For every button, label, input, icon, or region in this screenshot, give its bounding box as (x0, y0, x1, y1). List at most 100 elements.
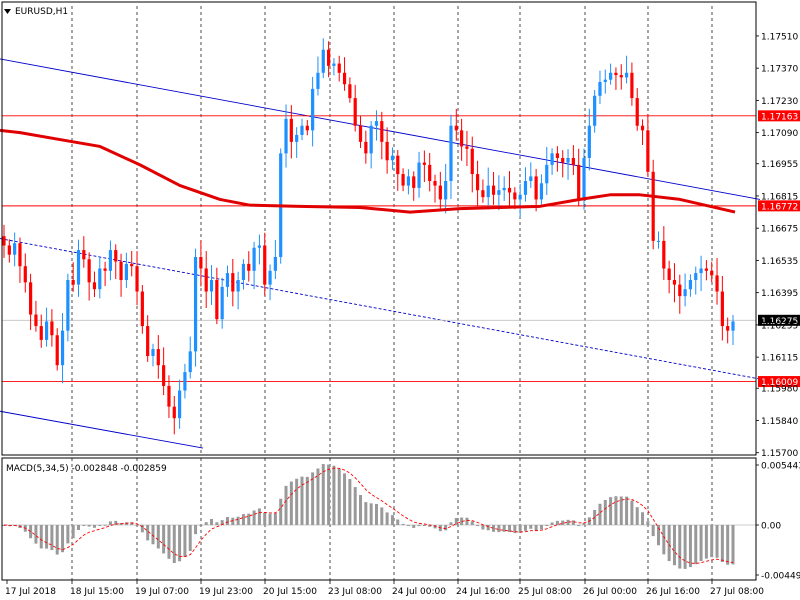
macd-bar (215, 522, 219, 525)
candle-body (502, 187, 506, 191)
macd-bar (523, 525, 527, 531)
candle-body (183, 372, 187, 391)
macd-bar (720, 525, 724, 563)
candle-body (326, 49, 331, 66)
macd-bar (321, 464, 325, 525)
candle-body (694, 273, 698, 281)
macd-bar (183, 525, 187, 558)
candle-body (513, 192, 517, 200)
candle-body (731, 321, 735, 331)
candle-body (667, 268, 671, 281)
macd-bar (710, 525, 714, 558)
macd-bar (651, 525, 655, 537)
candle-body (475, 174, 480, 191)
macd-bar (76, 525, 80, 531)
candle-body (369, 125, 373, 154)
candle-body (76, 250, 81, 285)
macd-bar (268, 513, 272, 525)
macd-bar (465, 517, 469, 525)
candle-body (454, 125, 458, 131)
price-tick-label: 1.17090 (761, 129, 798, 139)
macd-bar (598, 503, 602, 525)
candle-body (662, 240, 666, 269)
macd-bar (374, 503, 378, 525)
macd-bar (359, 495, 363, 525)
candle-body (199, 256, 203, 269)
macd-bar (406, 525, 410, 526)
level-tag-text: 1.17163 (761, 112, 798, 122)
macd-label: MACD(5,34,5) -0.002848 -0.002859 (6, 464, 167, 474)
macd-bar (71, 525, 75, 539)
candle-body (587, 125, 591, 158)
candle-body (241, 263, 246, 281)
candle-body (491, 185, 496, 195)
candle-body (119, 261, 123, 281)
candle-body (44, 321, 49, 340)
candle-body (683, 289, 687, 297)
macd-bar (194, 525, 198, 535)
candle-body (390, 155, 395, 161)
macd-bar (82, 525, 86, 527)
macd-bar (204, 522, 208, 525)
candle-body (172, 406, 176, 419)
macd-bar (348, 479, 352, 525)
macd-bar (257, 508, 261, 525)
candle-body (98, 268, 102, 290)
candle-body (220, 286, 224, 320)
candle-body (507, 187, 512, 193)
candle-body (486, 185, 490, 198)
price-tick-label: 1.16395 (761, 289, 798, 299)
macd-bar (539, 525, 543, 530)
candle-body (348, 84, 352, 99)
time-label: 24 Jul 00:00 (392, 587, 446, 597)
macd-bar (683, 525, 687, 569)
macd-bar (678, 525, 682, 569)
candle-body (124, 263, 128, 281)
macd-bar (715, 525, 719, 558)
candle-body (704, 268, 708, 271)
macd-bar (50, 525, 54, 551)
candle-body (619, 75, 623, 78)
candle-body (257, 245, 262, 248)
macd-bar (252, 510, 256, 525)
candle-body (7, 245, 11, 255)
candle-body (289, 118, 293, 142)
candle-body (23, 266, 27, 283)
candle-body (135, 266, 139, 292)
candle-body (726, 326, 730, 331)
candle-body (518, 194, 522, 200)
macd-bar (364, 502, 368, 525)
macd-bar (300, 476, 304, 525)
price-tick-label: 1.16815 (761, 192, 798, 202)
candle-body (550, 153, 554, 165)
candle-body (571, 157, 575, 165)
candle-body (656, 240, 661, 242)
macd-bar (380, 507, 384, 525)
candle-body (18, 243, 22, 267)
candle-body (321, 49, 325, 73)
macd-bar (688, 525, 692, 568)
macd-bar (619, 496, 623, 525)
candle-body (497, 190, 501, 195)
macd-bar (199, 524, 203, 526)
price-tick-label: 1.17370 (761, 65, 798, 75)
candle-body (374, 121, 379, 126)
macd-bar (454, 518, 458, 525)
macd-bar (390, 515, 394, 525)
macd-bar (672, 525, 676, 566)
candle-body (225, 273, 230, 287)
time-label: 18 Jul 15:00 (70, 587, 124, 597)
macd-bar (156, 525, 160, 549)
candle-body (406, 176, 411, 186)
candle-body (358, 125, 363, 142)
macd-tick-label: -0.004494 (761, 572, 800, 582)
macd-bar (470, 521, 474, 525)
candle-body (231, 273, 235, 292)
macd-bar (726, 525, 730, 565)
macd-bar (343, 473, 347, 525)
candle-body (422, 162, 426, 165)
price-tick-label: 1.15980 (761, 385, 798, 395)
time-label: 26 Jul 16:00 (646, 587, 700, 597)
macd-bar (571, 520, 575, 525)
time-label: 19 Jul 23:00 (199, 587, 253, 597)
